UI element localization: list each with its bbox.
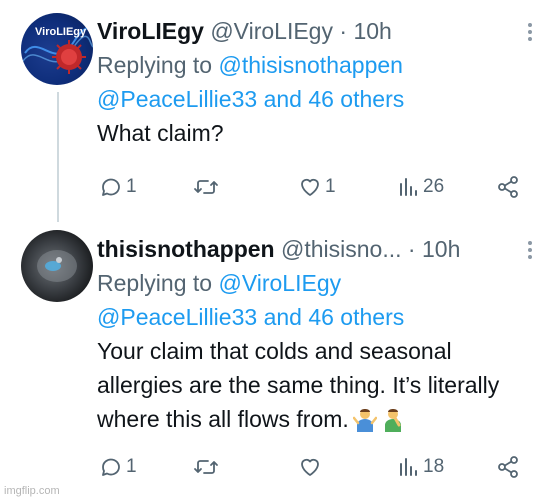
view-count: 26 xyxy=(423,176,445,197)
tweet-header: thisisnothappen @thisisno... · 10h xyxy=(97,232,538,266)
mention-link[interactable]: @PeaceLillie33 xyxy=(97,304,257,330)
heart-icon xyxy=(301,178,319,196)
share-button[interactable] xyxy=(496,172,520,202)
person-shrugging-icon xyxy=(352,409,377,432)
avatar[interactable]: ViroLIEgy xyxy=(21,13,93,85)
replying-to: Replying to @ViroLIEgy xyxy=(97,266,538,300)
replying-to-label: Replying to xyxy=(97,270,213,296)
tweet-actions: 1 1 26 xyxy=(97,172,538,202)
replying-to-continued: @PeaceLillie33 and 46 others xyxy=(97,82,538,116)
more-options-icon[interactable] xyxy=(528,241,532,261)
display-name[interactable]: thisisnothappen xyxy=(97,236,275,262)
tweet-text: What claim? xyxy=(97,120,224,146)
person-facepalming-icon xyxy=(384,409,401,432)
views-icon xyxy=(400,178,417,196)
separator-dot: · xyxy=(407,236,416,262)
tweet-header: ViroLIEgy @ViroLIEgy · 10h xyxy=(97,14,538,48)
reply-button[interactable]: 1 xyxy=(99,452,137,482)
tweet[interactable]: thisisnothappen @thisisno... · 10h Reply… xyxy=(0,220,558,499)
replying-to-continued: @PeaceLillie33 and 46 others xyxy=(97,300,538,334)
reply-icon xyxy=(102,178,120,196)
avatar-logo-text: ViroLIEgy xyxy=(35,26,87,38)
imgflip-watermark: imgflip.com xyxy=(4,485,60,497)
views-button[interactable]: 18 xyxy=(398,452,444,482)
share-icon xyxy=(498,456,518,478)
views-icon xyxy=(400,458,417,476)
more-options-icon[interactable] xyxy=(528,23,532,43)
mention-link[interactable]: @thisisnothappen xyxy=(218,52,402,78)
display-name[interactable]: ViroLIEgy xyxy=(97,18,204,44)
like-button[interactable] xyxy=(298,452,325,482)
handle[interactable]: @thisisno... xyxy=(281,236,402,262)
reply-icon xyxy=(102,458,120,476)
retweet-button[interactable] xyxy=(193,452,222,482)
retweet-icon xyxy=(194,180,218,194)
tweet[interactable]: ViroLIEgy ViroLIEgy @ViroLIEgy · 10h Rep… xyxy=(0,0,558,220)
retweet-icon xyxy=(194,460,218,474)
separator-dot: · xyxy=(339,18,348,44)
share-icon xyxy=(498,176,518,198)
like-count: 1 xyxy=(325,176,336,197)
others-link[interactable]: and 46 others xyxy=(264,304,405,330)
timestamp[interactable]: 10h xyxy=(353,18,391,44)
handle[interactable]: @ViroLIEgy xyxy=(210,18,333,44)
avatar[interactable] xyxy=(21,230,93,302)
mention-link[interactable]: @PeaceLillie33 xyxy=(97,86,257,112)
view-count: 18 xyxy=(423,456,445,477)
reply-count: 1 xyxy=(126,456,137,477)
replying-to: Replying to @thisisnothappen xyxy=(97,48,538,82)
tweet-actions: 1 18 xyxy=(97,452,538,482)
like-button[interactable]: 1 xyxy=(298,172,336,202)
timestamp[interactable]: 10h xyxy=(422,236,460,262)
mention-link[interactable]: @ViroLIEgy xyxy=(218,270,341,296)
share-button[interactable] xyxy=(496,452,520,482)
others-link[interactable]: and 46 others xyxy=(264,86,405,112)
retweet-button[interactable] xyxy=(193,172,222,202)
tweet-text: Your claim that colds and seasonal aller… xyxy=(97,338,500,432)
views-button[interactable]: 26 xyxy=(398,172,444,202)
reply-count: 1 xyxy=(126,176,137,197)
tweet-text-container: Your claim that colds and seasonal aller… xyxy=(97,334,538,436)
reply-button[interactable]: 1 xyxy=(99,172,137,202)
heart-icon xyxy=(301,458,319,476)
replying-to-label: Replying to xyxy=(97,52,213,78)
